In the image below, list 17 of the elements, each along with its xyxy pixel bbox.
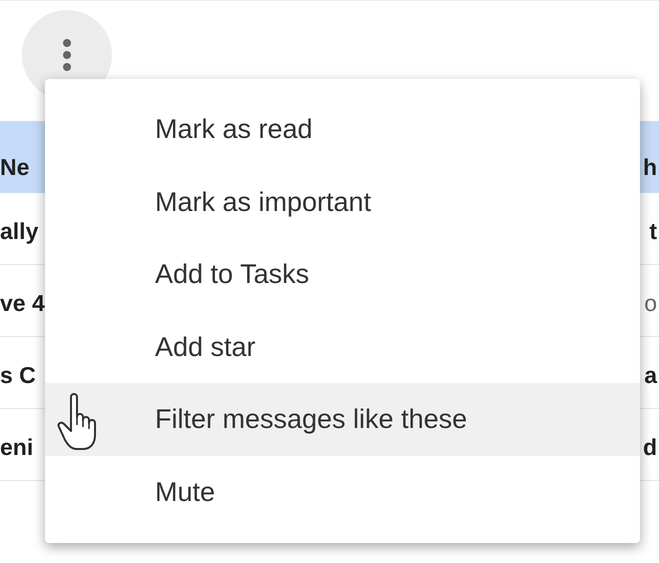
- menu-item[interactable]: Mark as important: [45, 166, 640, 238]
- email-subject: d: [642, 434, 657, 461]
- more-icon: [62, 38, 72, 72]
- email-subject: h: [642, 154, 657, 180]
- email-sender: s C: [0, 362, 36, 389]
- email-subject: o: [644, 290, 657, 317]
- email-sender: ve 4: [0, 290, 45, 317]
- email-sender: ally: [0, 218, 38, 245]
- email-sender: eni: [0, 434, 34, 461]
- menu-item[interactable]: Add to Tasks: [45, 238, 640, 311]
- email-sender: Ne: [0, 154, 30, 180]
- menu-item[interactable]: Add star: [45, 310, 640, 384]
- email-subject: a: [644, 362, 657, 389]
- menu-item[interactable]: Filter messages like these: [45, 383, 640, 456]
- menu-item[interactable]: Mark as read: [45, 93, 640, 166]
- email-subject: t: [649, 218, 657, 245]
- menu-item[interactable]: Mute: [45, 456, 640, 529]
